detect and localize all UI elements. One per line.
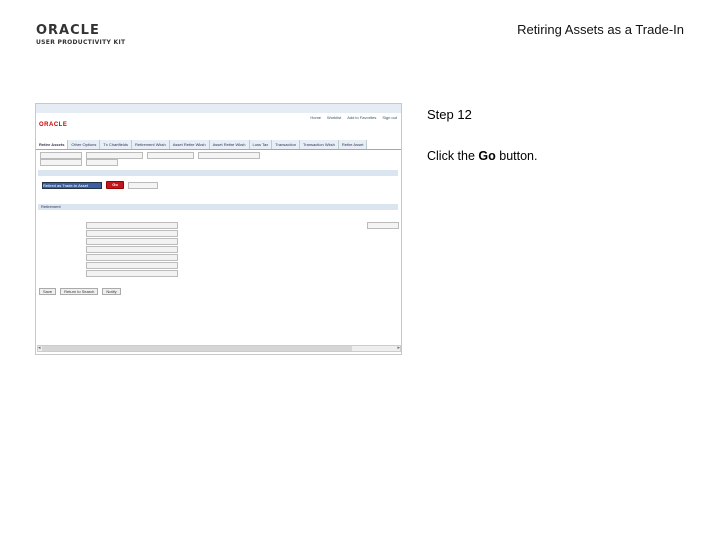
quantity-input[interactable] xyxy=(86,229,178,237)
instruction-prefix: Click the xyxy=(427,149,479,163)
top-link-signout[interactable]: Sign out xyxy=(382,115,397,120)
retirement-left-fields xyxy=(86,221,236,277)
description-field[interactable] xyxy=(198,152,260,159)
retirement-section-band: Retirement xyxy=(38,204,398,210)
gain-loss-input[interactable] xyxy=(86,261,178,269)
instruction-text: Click the Go button. xyxy=(427,149,537,163)
unit-field[interactable] xyxy=(40,152,82,159)
header-row-2 xyxy=(40,159,398,166)
right-input[interactable] xyxy=(367,221,399,229)
asset-id-field[interactable] xyxy=(86,152,143,159)
instruction-suffix: button. xyxy=(495,149,538,163)
logo-oracle-text: ORACLE xyxy=(36,23,100,38)
tab-asset-retire-wksh[interactable]: Asset Retire Wksh xyxy=(169,140,210,149)
retirement-section-title: Retirement xyxy=(41,204,61,209)
save-button[interactable]: Save xyxy=(39,288,57,295)
top-link-worklist[interactable]: Worklist xyxy=(327,115,341,120)
retirement-right-fields xyxy=(289,221,399,229)
retire-date-field[interactable] xyxy=(128,181,158,189)
tab-asset-retire-wksh-2[interactable]: Asset Retire Wksh xyxy=(209,140,250,149)
book-field[interactable] xyxy=(86,159,118,166)
convention-select[interactable] xyxy=(86,253,178,261)
slide-title: Retiring Assets as a Trade-In xyxy=(517,22,684,37)
field-row xyxy=(86,245,236,253)
application-screenshot: ORACLE Home Worklist Add to Favorites Si… xyxy=(35,103,402,355)
retire-method-select[interactable] xyxy=(86,269,178,277)
tag-field[interactable] xyxy=(147,152,194,159)
step-label: Step 12 xyxy=(427,107,472,122)
disposal-code-input[interactable] xyxy=(86,221,178,229)
retirement-cost-input[interactable] xyxy=(86,237,178,245)
proceeds-input[interactable] xyxy=(86,245,178,253)
right-row xyxy=(289,221,399,229)
retire-as-select[interactable]: Retired as Trade-In Asset xyxy=(42,181,102,189)
field-row xyxy=(86,229,236,237)
return-to-search-button[interactable]: Return to Search xyxy=(60,288,99,295)
top-link-favorites[interactable]: Add to Favorites xyxy=(347,115,376,120)
field-row xyxy=(86,269,236,277)
scroll-left-icon[interactable]: ◂ xyxy=(38,345,41,351)
book-band xyxy=(38,170,398,176)
tab-transaction-wksh[interactable]: Transaction Wksh xyxy=(299,140,339,149)
instruction-target: Go xyxy=(478,149,496,163)
field-row xyxy=(86,237,236,245)
header-fields xyxy=(40,152,398,166)
tab-other-options[interactable]: Other Options xyxy=(68,140,101,149)
field-row xyxy=(86,253,236,261)
oracle-upk-logo: ORACLE USER PRODUCTIVITY KIT xyxy=(36,24,126,46)
top-link-home[interactable]: Home xyxy=(310,115,321,120)
tab-tx-chartfields[interactable]: Tx Chartfields xyxy=(100,140,133,149)
action-buttons: Save Return to Search Notify xyxy=(39,288,121,295)
retire-as-row: Retired as Trade-In Asset Go xyxy=(42,181,158,189)
tab-transaction[interactable]: Transaction xyxy=(272,140,300,149)
go-button[interactable]: Go xyxy=(106,181,124,189)
scroll-right-icon[interactable]: ▸ xyxy=(397,345,400,351)
field-row xyxy=(86,221,236,229)
screenshot-tab-bar: Retire Assets Other Options Tx Chartfiel… xyxy=(36,140,401,150)
header-row xyxy=(40,152,398,159)
scrollbar-thumb[interactable] xyxy=(42,346,352,351)
screenshot-oracle-logo: ORACLE xyxy=(39,122,68,128)
screenshot-top-links: Home Worklist Add to Favorites Sign out xyxy=(310,115,397,120)
date-field[interactable] xyxy=(40,159,82,166)
notify-button[interactable]: Notify xyxy=(102,288,121,295)
screenshot-topbar xyxy=(36,104,401,113)
tab-retire-asset[interactable]: Retire Asset xyxy=(338,140,368,149)
tab-retire-assets[interactable]: Retire Assets xyxy=(36,140,69,149)
field-row xyxy=(86,261,236,269)
logo-subtitle: USER PRODUCTIVITY KIT xyxy=(36,39,126,46)
horizontal-scrollbar[interactable]: ◂ ▸ xyxy=(37,345,401,352)
tab-retirement-wksh[interactable]: Retirement Wksh xyxy=(132,140,170,149)
tab-loss-tax[interactable]: Loss Tax xyxy=(249,140,273,149)
